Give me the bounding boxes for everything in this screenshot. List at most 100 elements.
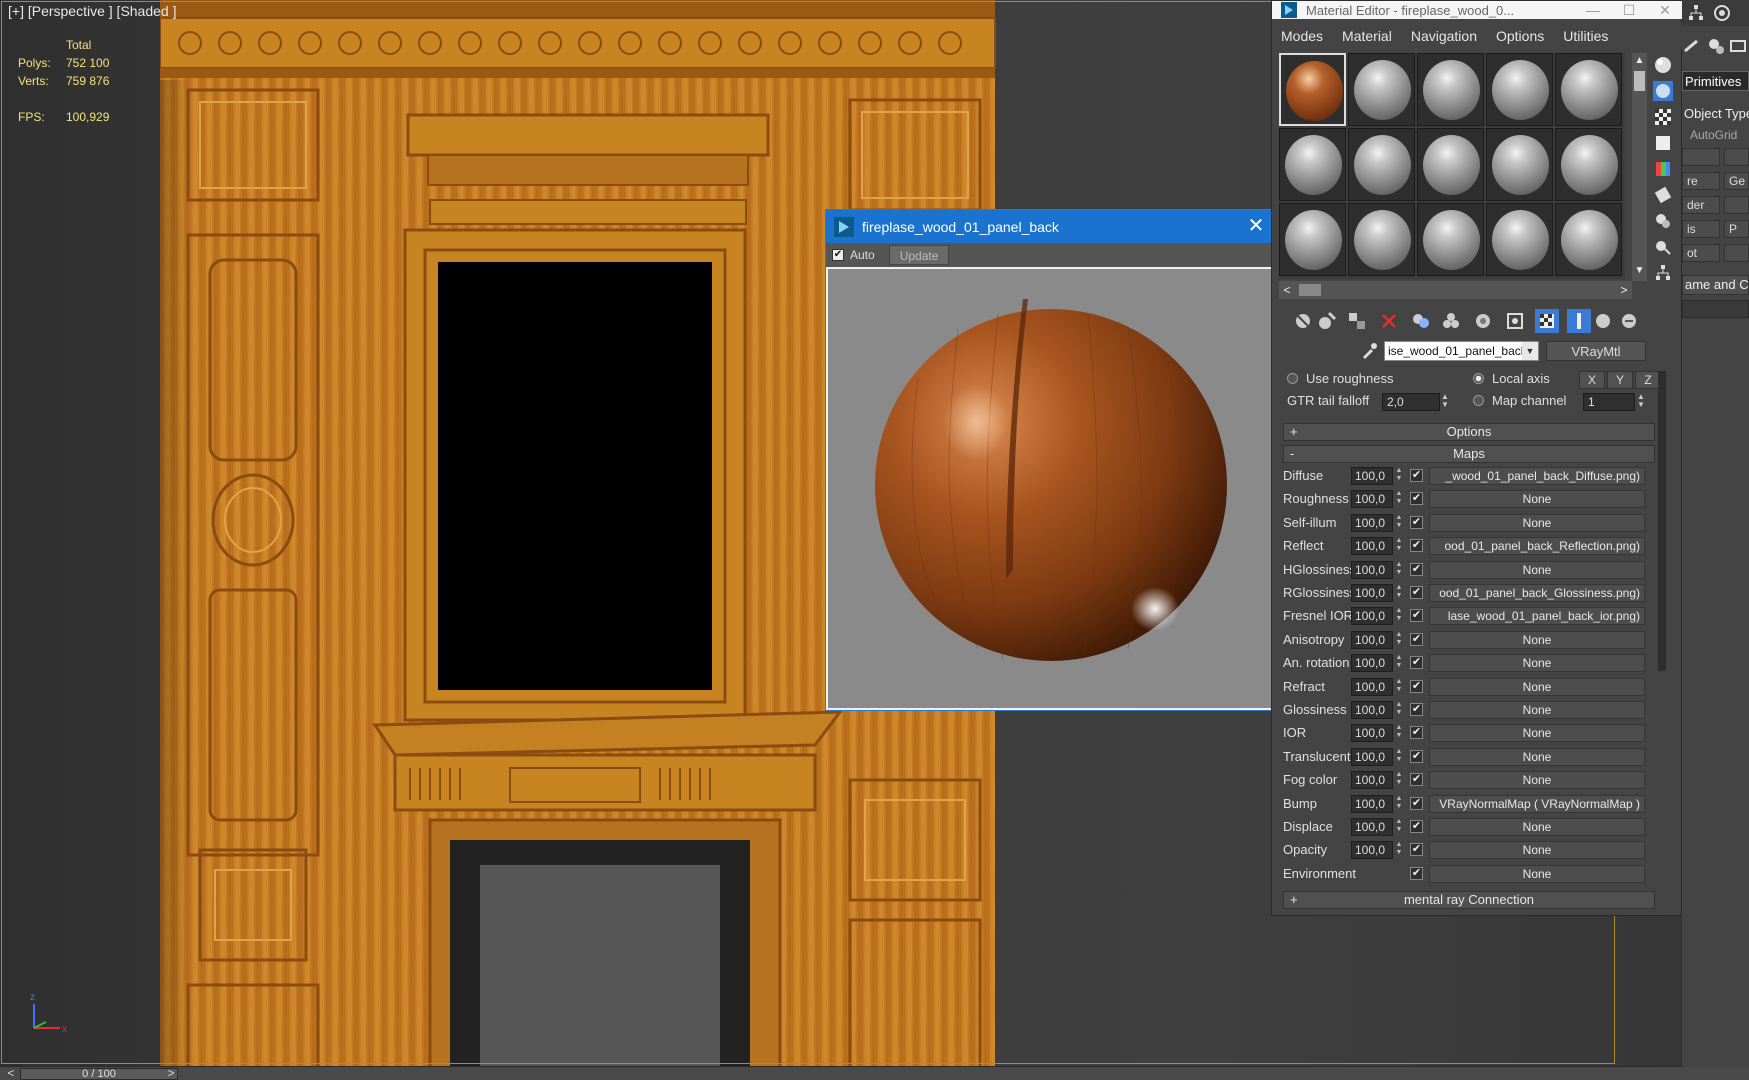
map-slot-button[interactable]: lase_wood_01_panel_back_ior.png) [1429,607,1645,626]
close-icon[interactable]: ✕ [1647,2,1683,19]
name-and-color-rollout[interactable]: ame and Col [1682,275,1749,295]
map-amount-spinner[interactable]: 100,0 [1351,490,1393,509]
show-shaded-material-icon[interactable] [1535,309,1559,333]
map-enable-checkbox[interactable]: ✔ [1410,679,1423,693]
map-slot-button[interactable]: None [1429,724,1645,743]
menu-modes[interactable]: Modes [1281,28,1323,44]
map-amount-spinner[interactable]: 100,0 [1351,537,1393,556]
spinner-arrows-icon[interactable]: ▲ ▼ [1395,467,1403,485]
spinner-arrows-icon[interactable]: ▲ ▼ [1395,771,1403,789]
object-type-button[interactable]: Ge [1724,172,1749,190]
map-amount-spinner[interactable]: 100,0 [1351,654,1393,673]
sample-slot[interactable] [1279,203,1346,276]
map-slot-button[interactable]: VRayNormalMap ( VRayNormalMap ) [1429,794,1645,813]
material-type-button[interactable]: VRayMtl [1546,341,1646,361]
spinner-arrows-icon[interactable]: ▲ ▼ [1395,537,1403,555]
make-preview-icon[interactable] [1653,185,1673,205]
autogrid-checkbox[interactable]: AutoGrid [1690,128,1737,142]
rollout-mental-ray-connection[interactable]: + mental ray Connection [1283,891,1655,909]
go-to-parent-icon[interactable] [1591,309,1615,333]
create-lights-icon[interactable] [1728,36,1748,56]
create-geometry-icon[interactable] [1682,36,1702,56]
map-amount-spinner[interactable]: 100,0 [1351,607,1393,626]
map-amount-spinner[interactable]: 100,0 [1351,841,1393,860]
spinner-arrows-icon[interactable]: ▲ ▼ [1395,631,1403,649]
spinner-arrows-icon[interactable]: ▲ ▼ [1440,393,1450,411]
sample-slot[interactable] [1417,203,1484,276]
minimize-icon[interactable]: — [1575,2,1611,18]
map-slot-button[interactable]: None [1429,490,1645,509]
map-slot-button[interactable]: None [1429,864,1645,883]
auto-checkbox[interactable]: ✔ [832,249,844,261]
gtr-tail-falloff-spinner[interactable]: 2,0 [1382,393,1440,411]
video-color-check-icon[interactable] [1653,159,1673,179]
sample-type-icon[interactable] [1653,55,1673,75]
object-type-button[interactable]: ot [1682,244,1720,262]
map-amount-spinner[interactable]: 100,0 [1351,794,1393,813]
map-amount-spinner[interactable]: 100,0 [1351,747,1393,766]
spinner-arrows-icon[interactable]: ▲ ▼ [1395,748,1403,766]
background-checker-icon[interactable] [1653,107,1673,127]
menu-options[interactable]: Options [1496,28,1544,44]
map-slot-button[interactable]: _wood_01_panel_back_Diffuse.png) [1429,467,1645,485]
reset-map-icon[interactable] [1377,309,1401,333]
map-enable-checkbox[interactable]: ✔ [1410,609,1423,623]
map-amount-spinner[interactable]: 100,0 [1351,771,1393,790]
map-amount-spinner[interactable]: 100,0 [1351,467,1393,485]
sample-slot-active[interactable] [1279,53,1346,126]
time-slider[interactable]: 0 / 100 [20,1068,178,1080]
local-axis-radio[interactable]: Local axis [1473,371,1550,386]
viewport-label[interactable]: [+] [Perspective ] [Shaded ] [8,3,177,19]
material-map-navigator-icon[interactable] [1653,263,1673,283]
map-enable-checkbox[interactable]: ✔ [1410,492,1423,506]
create-shapes-icon[interactable] [1706,36,1726,56]
sample-slot[interactable] [1279,128,1346,201]
material-id-channel-icon[interactable] [1503,309,1527,333]
assign-material-icon[interactable] [1345,309,1369,333]
map-slot-button[interactable]: ood_01_panel_back_Glossiness.png) [1429,584,1645,602]
map-amount-spinner[interactable]: 100,0 [1351,513,1393,532]
preview-title-bar[interactable]: fireplase_wood_01_panel_back ✕ [826,210,1274,243]
map-amount-spinner[interactable]: 100,0 [1351,677,1393,696]
axis-y-button[interactable]: Y [1607,371,1633,389]
map-slot-button[interactable]: None [1429,701,1645,719]
object-type-button[interactable]: P [1724,220,1749,238]
rollout-options[interactable]: + Options [1283,423,1655,441]
update-button[interactable]: Update [888,245,950,265]
object-type-button[interactable] [1724,244,1749,262]
map-enable-checkbox[interactable]: ✔ [1410,469,1423,482]
sample-slot[interactable] [1417,53,1484,126]
map-enable-checkbox[interactable]: ✔ [1410,703,1423,716]
map-enable-checkbox[interactable]: ✔ [1410,796,1423,810]
sample-slot[interactable] [1348,53,1415,126]
sample-uv-tiling-icon[interactable] [1653,133,1673,153]
scroll-right-icon[interactable]: > [1616,281,1632,299]
motion-icon[interactable] [1712,3,1732,23]
map-enable-checkbox[interactable]: ✔ [1410,749,1423,763]
map-amount-spinner[interactable]: 100,0 [1351,560,1393,579]
spinner-arrows-icon[interactable]: ▲ ▼ [1395,841,1403,859]
sample-slot[interactable] [1417,128,1484,201]
axis-x-button[interactable]: X [1579,371,1605,389]
map-amount-spinner[interactable]: 100,0 [1351,584,1393,602]
map-slot-button[interactable]: None [1429,771,1645,790]
sample-slot[interactable] [1555,128,1622,201]
map-enable-checkbox[interactable]: ✔ [1410,820,1423,833]
map-amount-spinner[interactable]: 100,0 [1351,724,1393,743]
object-type-button[interactable]: der [1682,196,1720,214]
map-channel-radio[interactable]: Map channel [1473,393,1566,408]
map-slot-button[interactable]: None [1429,560,1645,579]
map-enable-checkbox[interactable]: ✔ [1410,586,1423,599]
spinner-arrows-icon[interactable]: ▲ ▼ [1395,701,1403,719]
scroll-thumb[interactable] [1299,284,1321,296]
spinner-arrows-icon[interactable]: ▲ ▼ [1395,795,1403,813]
spinner-arrows-icon[interactable]: ▲ ▼ [1395,654,1403,672]
object-category-dropdown[interactable]: Primitives [1682,71,1749,91]
map-slot-button[interactable]: None [1429,677,1645,696]
backlight-icon[interactable] [1653,81,1673,101]
chevron-down-icon[interactable]: ▼ [1522,342,1538,360]
sample-slot[interactable] [1348,128,1415,201]
map-slot-button[interactable]: None [1429,747,1645,766]
object-type-button[interactable]: is [1682,220,1720,238]
hierarchy-icon[interactable] [1686,3,1706,23]
